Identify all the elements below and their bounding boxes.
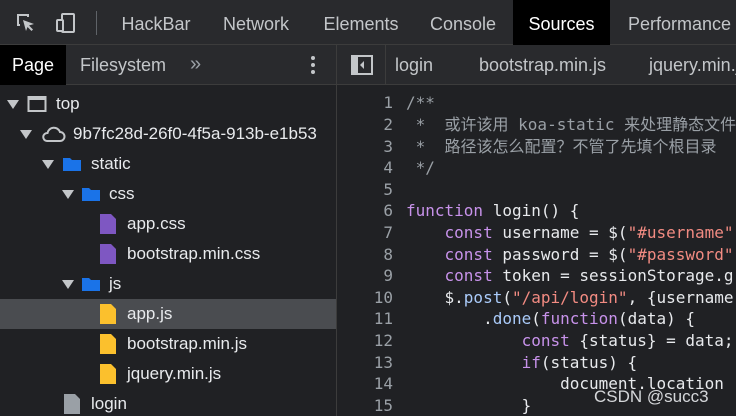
code-line: /** (406, 93, 435, 112)
tree-item-jquery-js[interactable]: jquery.min.js (0, 359, 336, 389)
js-file-icon (100, 364, 116, 384)
watermark: CSDN @succ3 (594, 387, 709, 406)
code-line: * 或许该用 koa-static 来处理静态文件 (406, 115, 736, 134)
tree-item-bootstrap-js[interactable]: bootstrap.min.js (0, 329, 336, 359)
tab-hackbar[interactable]: HackBar (110, 0, 202, 45)
device-toolbar-icon[interactable] (54, 11, 78, 35)
tab-page[interactable]: Page (0, 45, 66, 85)
code-line: const password = $("#password" (444, 245, 734, 264)
line-number: 2 (383, 115, 393, 134)
navigator-header: Page Filesystem » (0, 45, 336, 85)
tree-item-label: js (109, 274, 122, 293)
more-options-icon[interactable] (306, 53, 320, 77)
line-number: 8 (383, 245, 393, 264)
line-number: 6 (383, 201, 393, 220)
editor-tab-jquery-js[interactable]: jquery.min.js (649, 45, 736, 84)
line-number: 4 (383, 158, 393, 177)
js-file-icon (100, 334, 116, 354)
tab-performance[interactable]: Performance (620, 0, 736, 45)
editor-tab-bar: login bootstrap.min.js jquery.min.js (337, 45, 736, 85)
code-line: */ (406, 158, 435, 177)
expand-arrow-icon[interactable] (62, 280, 74, 289)
tree-item-label: bootstrap.min.css (127, 244, 261, 263)
inspect-element-icon[interactable] (14, 11, 38, 35)
code-editor[interactable]: 1 2 3 4 5 6 7 8 9 10 11 12 13 14 15 /** … (337, 85, 736, 416)
tree-item-label: static (91, 154, 131, 173)
folder-icon (82, 188, 100, 201)
tab-sources[interactable]: Sources (513, 0, 610, 45)
frame-icon (27, 96, 47, 112)
tree-item-login[interactable]: login (0, 389, 336, 416)
tree-item-label: jquery.min.js (127, 364, 222, 383)
tab-elements[interactable]: Elements (313, 0, 409, 45)
code-line: const {status} = data; (521, 331, 734, 350)
code-line: * 路径该怎么配置？不管了先填个根目录 (406, 137, 717, 156)
tree-item-js[interactable]: js (0, 269, 336, 299)
tree-item-label: top (56, 94, 80, 113)
tree-item-origin[interactable]: 9b7fc28d-26f0-4f5a-913b-e1b53 (0, 119, 336, 149)
tree-item-label: 9b7fc28d-26f0-4f5a-913b-e1b53 (73, 124, 317, 143)
tree-item-top[interactable]: top (0, 89, 336, 119)
tree-item-label: login (91, 394, 127, 413)
expand-arrow-icon[interactable] (42, 160, 54, 169)
tab-network[interactable]: Network (210, 0, 302, 45)
expand-arrow-icon[interactable] (7, 100, 19, 109)
tab-console[interactable]: Console (420, 0, 506, 45)
editor-tab-bootstrap-js[interactable]: bootstrap.min.js (479, 45, 606, 84)
line-number: 7 (383, 223, 393, 242)
editor-header-divider (385, 45, 386, 84)
tree-item-label: css (109, 184, 135, 203)
css-file-icon (100, 214, 116, 234)
code-line: if(status) { (521, 353, 638, 372)
line-number: 12 (373, 331, 393, 350)
code-line: const username = $("#username" (444, 223, 734, 242)
line-number: 1 (383, 93, 393, 112)
toggle-navigator-icon[interactable] (351, 55, 373, 75)
toolbar-divider (96, 11, 97, 35)
tree-item-label: app.css (127, 214, 186, 233)
code-line: $.post("/api/login", {username (406, 288, 734, 307)
line-number: 3 (383, 137, 393, 156)
file-tree: top 9b7fc28d-26f0-4f5a-913b-e1b53 static… (0, 85, 336, 416)
line-number: 15 (373, 396, 393, 415)
expand-arrow-icon[interactable] (62, 190, 74, 199)
folder-icon (63, 158, 81, 171)
tree-item-label: app.js (127, 304, 173, 323)
cloud-icon (42, 126, 66, 142)
tree-item-app-css[interactable]: app.css (0, 209, 336, 239)
line-number: 9 (383, 266, 393, 285)
css-file-icon (100, 244, 116, 264)
line-number: 11 (373, 309, 393, 328)
folder-icon (82, 278, 100, 291)
tree-item-app-js[interactable]: app.js (0, 299, 336, 329)
tab-filesystem[interactable]: Filesystem (80, 45, 170, 85)
expand-arrow-icon[interactable] (20, 130, 32, 139)
line-number: 10 (373, 288, 393, 307)
code-line: } (406, 396, 532, 415)
code-line: function login() { (406, 201, 580, 220)
code-line: const token = sessionStorage.g (444, 266, 734, 285)
more-tabs-chevron-icon[interactable]: » (190, 53, 210, 77)
line-number: 14 (373, 374, 393, 393)
tree-item-label: bootstrap.min.js (127, 334, 247, 353)
tree-item-css[interactable]: css (0, 179, 336, 209)
editor-tab-login[interactable]: login (395, 45, 433, 84)
js-file-icon (100, 304, 116, 324)
line-number: 13 (373, 353, 393, 372)
line-number: 5 (383, 180, 393, 199)
tree-item-static[interactable]: static (0, 149, 336, 179)
code-line: .done(function(data) { (406, 309, 695, 328)
tree-item-bootstrap-css[interactable]: bootstrap.min.css (0, 239, 336, 269)
devtools-toolbar: HackBar Network Elements Console Sources… (0, 0, 736, 45)
document-icon (64, 394, 80, 414)
